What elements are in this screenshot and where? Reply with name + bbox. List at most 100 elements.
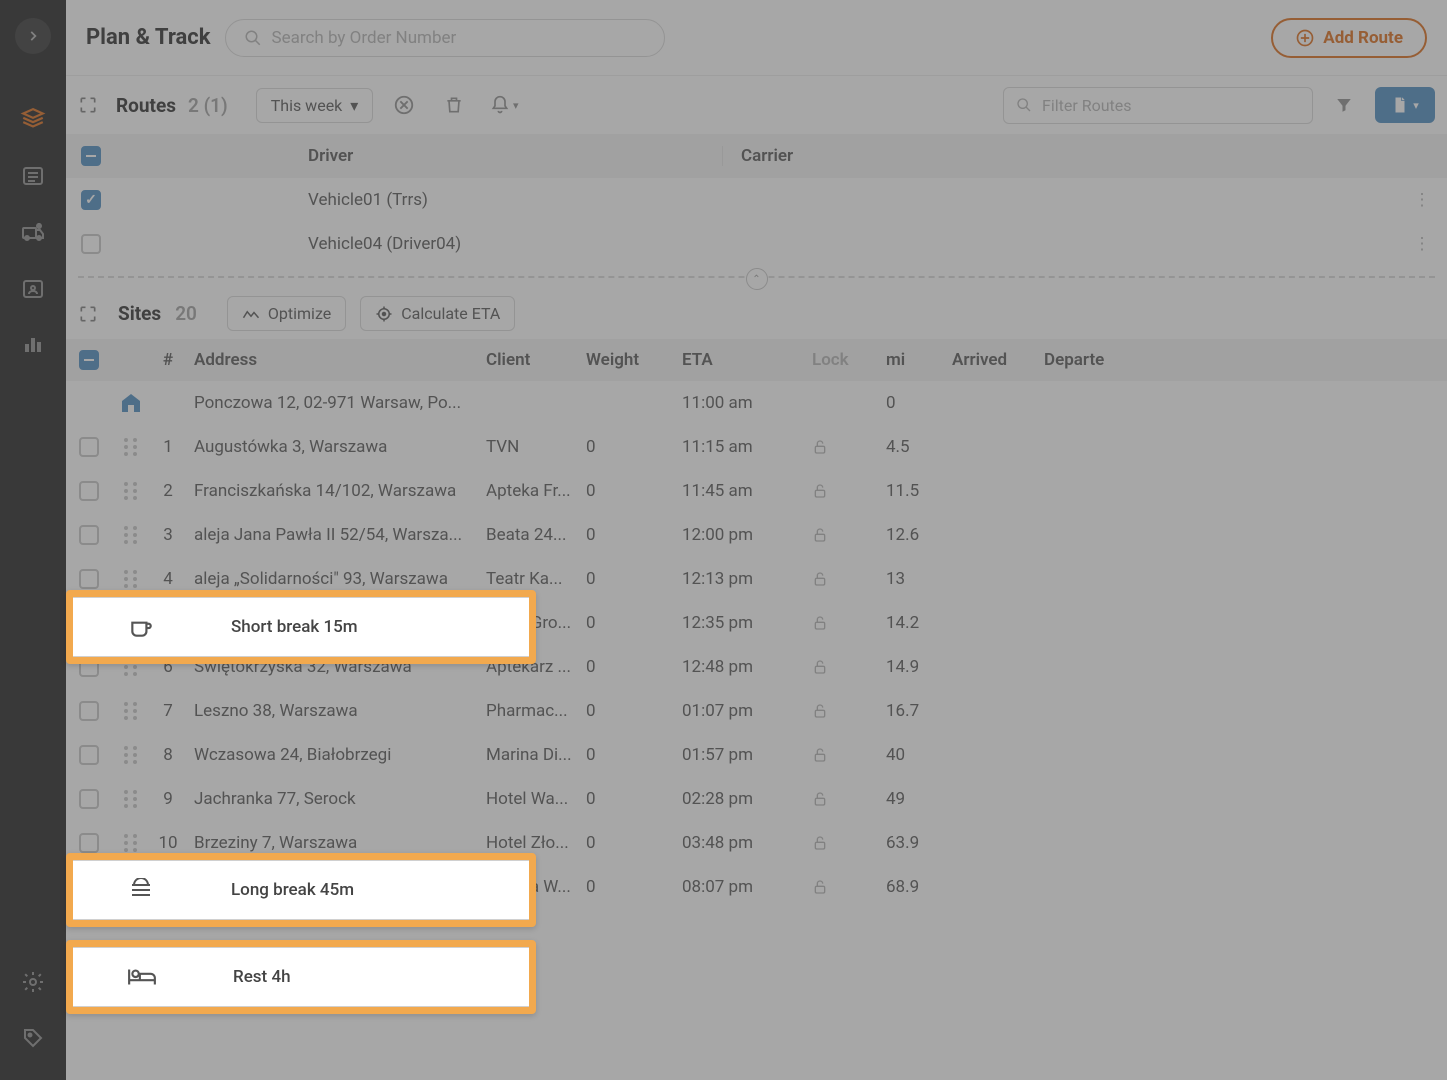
site-checkbox[interactable] — [79, 745, 99, 765]
nav-settings[interactable] — [8, 958, 58, 1006]
site-client: Marina Di... — [486, 745, 586, 765]
site-lock[interactable] — [812, 834, 886, 852]
bed-icon — [127, 965, 157, 989]
optimize-button[interactable]: Optimize — [227, 296, 346, 331]
filter-button[interactable] — [1325, 86, 1363, 124]
site-mi: 40 — [886, 745, 952, 765]
panel-divider[interactable]: ⌃ — [78, 276, 1435, 278]
nav-feedback[interactable] — [8, 1014, 58, 1062]
export-button[interactable]: ▾ — [1375, 87, 1435, 123]
site-row[interactable]: 3aleja Jana Pawła II 52/54, Warsza...Bea… — [66, 513, 1447, 557]
site-checkbox[interactable] — [79, 701, 99, 721]
search-input-wrap[interactable] — [225, 19, 665, 57]
site-weight: 0 — [586, 877, 682, 897]
search-input[interactable] — [272, 28, 646, 48]
site-checkbox[interactable] — [79, 569, 99, 589]
site-address: Ponczowa 12, 02-971 Warsaw, Po... — [186, 393, 486, 413]
route-row[interactable]: Vehicle01 (Trrs) ⋮ — [66, 178, 1447, 222]
site-row[interactable]: 1Augustówka 3, WarszawaTVN011:15 am4.5 — [66, 425, 1447, 469]
drag-handle[interactable] — [112, 746, 150, 764]
col-departed: Departe — [1044, 350, 1124, 370]
site-row[interactable]: 9Jachranka 77, SerockHotel Wa...002:28 p… — [66, 777, 1447, 821]
search-icon — [244, 29, 262, 47]
drag-handle[interactable] — [112, 482, 150, 500]
site-client: Hotel Zło... — [486, 833, 586, 853]
expand-icon[interactable] — [78, 304, 98, 324]
drag-handle[interactable] — [112, 391, 150, 415]
col-carrier: Carrier — [722, 146, 1397, 166]
site-weight: 0 — [586, 657, 682, 677]
site-weight: 0 — [586, 745, 682, 765]
routes-count: 2 (1) — [188, 94, 228, 117]
sites-table-header: # Address Client Weight ETA Lock mi Arri… — [66, 339, 1447, 381]
site-lock[interactable] — [812, 790, 886, 808]
site-mi: 16.7 — [886, 701, 952, 721]
time-range-select[interactable]: This week ▾ — [256, 88, 374, 123]
site-lock[interactable] — [812, 702, 886, 720]
drag-handle[interactable] — [112, 438, 150, 456]
drag-handle[interactable] — [112, 570, 150, 588]
site-lock[interactable] — [812, 658, 886, 676]
calendar-user-icon — [21, 276, 45, 300]
gear-icon — [21, 970, 45, 994]
site-address: Brzeziny 7, Warszawa — [186, 833, 486, 853]
site-client: Apteka Fr... — [486, 481, 586, 501]
site-lock[interactable] — [812, 438, 886, 456]
site-eta: 02:28 pm — [682, 789, 812, 809]
select-all-routes-checkbox[interactable] — [81, 146, 101, 166]
site-checkbox[interactable] — [79, 481, 99, 501]
site-lock[interactable] — [812, 570, 886, 588]
site-lock[interactable] — [812, 482, 886, 500]
notifications-button[interactable]: ▾ — [485, 86, 523, 124]
expand-icon[interactable] — [78, 95, 98, 115]
drag-handle[interactable] — [112, 702, 150, 720]
site-address: Jachranka 77, Serock — [186, 789, 486, 809]
short-break-card[interactable]: Short break 15m — [66, 590, 536, 664]
site-row[interactable]: 8Wczasowa 24, BiałobrzegiMarina Di...001… — [66, 733, 1447, 777]
site-lock[interactable] — [812, 526, 886, 544]
site-row[interactable]: 2Franciszkańska 14/102, WarszawaApteka F… — [66, 469, 1447, 513]
drag-handle[interactable] — [112, 526, 150, 544]
select-all-sites-checkbox[interactable] — [79, 350, 99, 370]
clear-button[interactable] — [385, 86, 423, 124]
site-num: 4 — [150, 569, 186, 589]
drag-handle[interactable] — [112, 790, 150, 808]
calc-eta-label: Calculate ETA — [401, 304, 500, 323]
site-mi: 49 — [886, 789, 952, 809]
route-icon — [20, 107, 46, 133]
site-checkbox[interactable] — [79, 833, 99, 853]
site-client: Teatr Ka... — [486, 569, 586, 589]
site-checkbox[interactable] — [79, 789, 99, 809]
site-row[interactable]: Ponczowa 12, 02-971 Warsaw, Po...11:00 a… — [66, 381, 1447, 425]
calculate-eta-button[interactable]: Calculate ETA — [360, 296, 515, 331]
site-checkbox[interactable] — [79, 525, 99, 545]
long-break-card[interactable]: Long break 45m — [66, 853, 536, 927]
site-lock[interactable] — [812, 746, 886, 764]
site-lock[interactable] — [812, 614, 886, 632]
site-address: aleja „Solidarności" 93, Warszawa — [186, 569, 486, 589]
delete-button[interactable] — [435, 86, 473, 124]
nav-reports[interactable] — [8, 320, 58, 368]
site-row[interactable]: 7Leszno 38, WarszawaPharmac...001:07 pm1… — [66, 689, 1447, 733]
drag-handle[interactable] — [112, 834, 150, 852]
add-route-button[interactable]: Add Route — [1271, 18, 1427, 58]
site-checkbox[interactable] — [79, 437, 99, 457]
route-menu-button[interactable]: ⋮ — [1397, 190, 1447, 210]
divider-handle-icon[interactable]: ⌃ — [746, 268, 768, 290]
route-row[interactable]: Vehicle04 (Driver04) ⋮ — [66, 222, 1447, 266]
site-mi: 68.9 — [886, 877, 952, 897]
nav-orders[interactable] — [8, 152, 58, 200]
add-route-label: Add Route — [1323, 28, 1403, 48]
filter-routes-input[interactable] — [1042, 96, 1300, 115]
route-checkbox[interactable] — [81, 190, 101, 210]
filter-routes-wrap[interactable] — [1003, 87, 1313, 124]
sidebar-expand-button[interactable] — [15, 18, 51, 54]
site-lock[interactable] — [812, 878, 886, 896]
optimize-label: Optimize — [268, 304, 331, 323]
nav-schedule[interactable] — [8, 264, 58, 312]
route-menu-button[interactable]: ⋮ — [1397, 234, 1447, 254]
route-checkbox[interactable] — [81, 234, 101, 254]
nav-plan-track[interactable] — [8, 96, 58, 144]
rest-card[interactable]: Rest 4h — [66, 940, 536, 1014]
nav-fleet[interactable]: ! — [8, 208, 58, 256]
